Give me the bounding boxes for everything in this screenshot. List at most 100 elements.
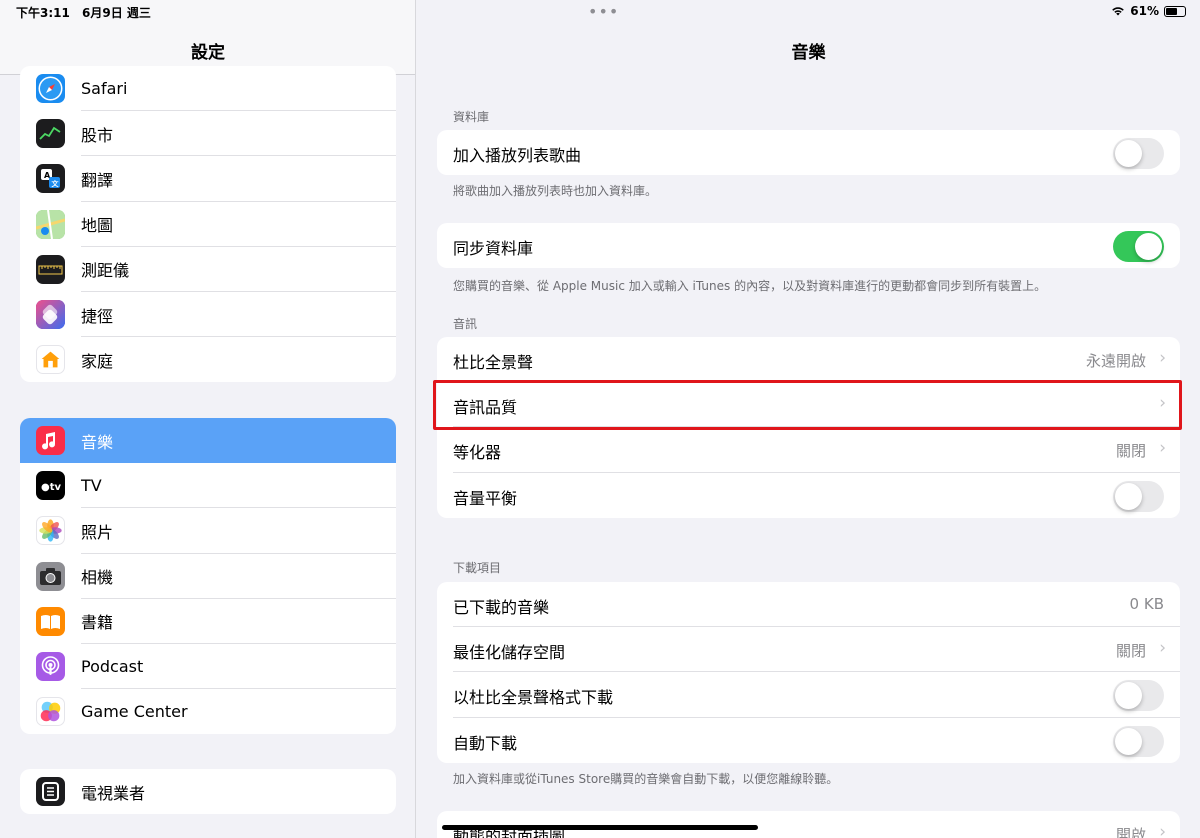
row-label: 最佳化儲存空間 xyxy=(453,643,566,663)
chevron-right-icon: › xyxy=(1159,822,1166,838)
sidebar-item-label: 捷徑 xyxy=(81,306,114,326)
sidebar-item-label: 音樂 xyxy=(81,432,114,452)
translate-icon: A文 xyxy=(36,164,65,194)
card-add-playlist: 加入播放列表歌曲 xyxy=(437,130,1180,176)
page-title: 音樂 xyxy=(791,43,826,63)
row-eq[interactable]: 等化器 關閉 › xyxy=(437,427,1180,473)
camera-icon xyxy=(36,561,65,591)
row-value: 開啟 xyxy=(1115,826,1146,838)
sidebar-item-label: Safari xyxy=(81,79,128,99)
sidebar-item-tv-provider[interactable]: 電視業者 xyxy=(20,769,396,814)
download-dolby-toggle[interactable] xyxy=(1113,680,1164,712)
row-optimize-storage[interactable]: 最佳化儲存空間 關閉 › xyxy=(437,627,1180,673)
status-bar-left: 下午3:11 6月9日 週三 xyxy=(16,4,159,21)
settings-sidebar: 下午3:11 6月9日 週三 設定 Safari 股市 A 文翻譯 地圖 測距儀 捷徑 家庭 … xyxy=(0,0,416,838)
status-time: 下午3:11 xyxy=(16,6,70,20)
chevron-right-icon: › xyxy=(1159,438,1166,459)
sidebar-item-books[interactable]: 書籍 xyxy=(20,599,396,644)
row-value: 永遠開啟 xyxy=(1085,352,1146,370)
shortcuts-icon xyxy=(36,299,65,329)
sidebar-item-maps[interactable]: 地圖 xyxy=(20,202,396,247)
sound-check-toggle[interactable] xyxy=(1113,480,1164,512)
wifi-icon xyxy=(1112,7,1125,16)
sidebar-item-music[interactable]: 音樂 xyxy=(20,418,396,464)
row-label: 加入播放列表歌曲 xyxy=(453,146,582,165)
chevron-right-icon: › xyxy=(1159,393,1166,414)
stocks-icon xyxy=(36,119,65,149)
sidebar-item-label: 相機 xyxy=(81,568,114,588)
maps-icon xyxy=(36,209,65,239)
row-label: 杜比全景聲 xyxy=(453,353,534,372)
card-sync-library: 同步資料庫 xyxy=(437,223,1180,269)
sidebar-item-stocks[interactable]: 股市 xyxy=(20,111,396,157)
multitasking-dots-icon[interactable]: ••• xyxy=(588,2,619,21)
row-downloaded-music[interactable]: 已下載的音樂 0 KB xyxy=(437,582,1180,628)
row-value: 0 KB xyxy=(1129,595,1164,613)
tv-provider-icon xyxy=(36,777,65,806)
safari-icon xyxy=(36,74,65,103)
sidebar-item-measure[interactable]: 測距儀 xyxy=(20,247,396,292)
sidebar-item-safari[interactable]: Safari xyxy=(20,66,396,112)
measure-icon xyxy=(36,254,65,284)
row-dolby-atmos[interactable]: 杜比全景聲 永遠開啟 › xyxy=(437,337,1180,383)
row-label: 以杜比全景聲格式下載 xyxy=(453,688,614,708)
sidebar-item-game-center[interactable]: Game Center xyxy=(20,689,396,734)
sidebar-item-tv[interactable]: ●tv TV xyxy=(20,463,396,509)
home-indicator[interactable] xyxy=(442,825,758,830)
sync-library-toggle[interactable] xyxy=(1113,231,1164,262)
status-date: 6月9日 週三 xyxy=(82,6,151,20)
battery-icon xyxy=(1164,5,1186,17)
chevron-right-icon: › xyxy=(1159,348,1166,368)
sidebar-item-podcast[interactable]: Podcast xyxy=(20,644,396,690)
sidebar-item-label: Podcast xyxy=(81,657,144,677)
photos-icon xyxy=(36,516,65,546)
card-downloads: 已下載的音樂 0 KB 最佳化儲存空間 關閉 › 以杜比全景聲格式下載 自動下載 xyxy=(437,582,1180,763)
section-header-downloads: 下載項目 xyxy=(453,561,502,575)
row-label: 自動下載 xyxy=(453,733,518,753)
sidebar-item-label: 照片 xyxy=(81,522,114,542)
sidebar-item-home[interactable]: 家庭 xyxy=(20,337,396,382)
row-label: 已下載的音樂 xyxy=(453,598,550,617)
sidebar-item-label: 電視業者 xyxy=(81,783,146,803)
sidebar-item-label: 家庭 xyxy=(81,351,114,371)
sync-library-footer: 您購買的音樂、從 Apple Music 加入或輸入 iTunes 的內容，以及… xyxy=(453,279,1047,293)
podcast-icon xyxy=(36,651,65,681)
sidebar-item-label: Game Center xyxy=(81,702,188,722)
auto-download-toggle[interactable] xyxy=(1113,725,1164,757)
section-header-audio: 音訊 xyxy=(453,317,478,331)
svg-text:●tv: ●tv xyxy=(41,482,62,493)
row-sound-check[interactable]: 音量平衡 xyxy=(437,473,1180,518)
game-center-icon xyxy=(36,697,65,727)
svg-text:文: 文 xyxy=(52,179,60,188)
card-audio: 杜比全景聲 永遠開啟 › 音訊品質 › 等化器 關閉 › 音量平衡 xyxy=(437,337,1180,518)
row-label: 音量平衡 xyxy=(453,488,518,508)
sidebar-item-shortcuts[interactable]: 捷徑 xyxy=(20,292,396,338)
downloads-footer: 加入資料庫或從iTunes Store購買的音樂會自動下載，以便您離線聆聽。 xyxy=(453,772,839,786)
music-settings-pane: ••• 61% 音樂 資料庫 加入播放列表歌曲 將歌曲加入播放列表時也加入資料庫… xyxy=(417,0,1200,838)
music-icon xyxy=(36,426,65,455)
row-label: 等化器 xyxy=(453,443,502,463)
sidebar-item-camera[interactable]: 相機 xyxy=(20,554,396,599)
row-value: 關閉 xyxy=(1115,442,1146,461)
section-header-library: 資料庫 xyxy=(453,110,490,124)
row-sync-library[interactable]: 同步資料庫 xyxy=(437,223,1180,268)
row-label: 同步資料庫 xyxy=(453,239,534,258)
sidebar-item-label: 測距儀 xyxy=(81,261,130,281)
row-download-dolby[interactable]: 以杜比全景聲格式下載 xyxy=(437,672,1180,718)
row-audio-quality[interactable]: 音訊品質 › xyxy=(437,382,1180,428)
sidebar-item-label: 書籍 xyxy=(81,613,114,633)
sidebar-group-apps-3: 電視業者 xyxy=(20,769,396,814)
sidebar-item-photos[interactable]: 照片 xyxy=(20,508,396,554)
battery-percent: 61% xyxy=(1130,4,1159,18)
sidebar-item-translate[interactable]: A 文翻譯 xyxy=(20,156,396,202)
chevron-right-icon: › xyxy=(1159,638,1166,659)
sidebar-item-label: 地圖 xyxy=(81,216,114,236)
add-playlist-toggle[interactable] xyxy=(1113,138,1164,169)
sidebar-item-label: TV xyxy=(81,476,102,496)
row-label: 音訊品質 xyxy=(453,398,518,418)
sidebar-item-label: 股市 xyxy=(81,125,114,145)
tv-icon: ●tv xyxy=(36,471,65,501)
row-add-playlist-songs[interactable]: 加入播放列表歌曲 xyxy=(437,130,1180,175)
status-bar-right: 61% xyxy=(1111,4,1186,18)
row-auto-download[interactable]: 自動下載 xyxy=(437,718,1180,763)
